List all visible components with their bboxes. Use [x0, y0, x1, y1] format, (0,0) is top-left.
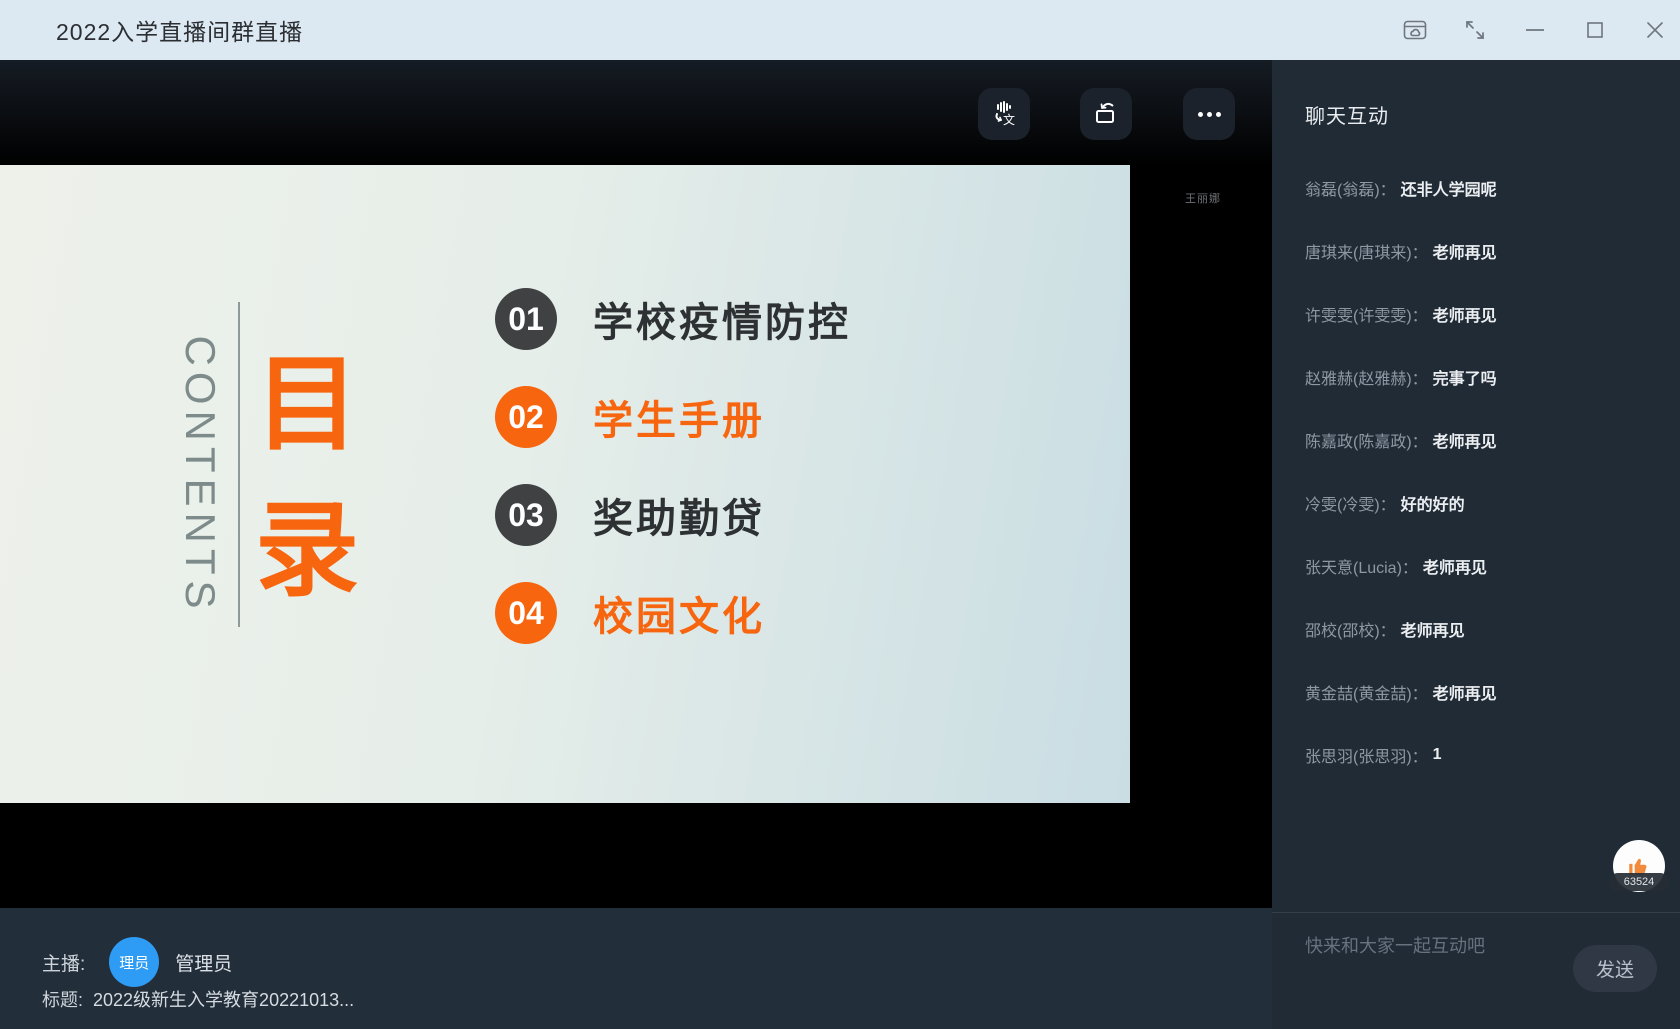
chat-message: 冷雯(冷雯)：好的好的 [1305, 471, 1660, 534]
host-label: 主播: [42, 949, 85, 976]
mini-window-icon [1403, 20, 1427, 41]
more-options-button[interactable] [1183, 88, 1235, 140]
like-button[interactable]: 63524 [1613, 840, 1665, 892]
chat-message-text: 老师再见 [1401, 617, 1465, 641]
chat-panel: 聊天互动 翁磊(翁磊)：还非人学园呢唐琪来(唐琪来)：老师再见许雯雯(许雯雯)：… [1272, 60, 1680, 1029]
voice-to-text-button[interactable]: 文 [978, 88, 1030, 140]
chat-message: 黄金喆(黄金喆)：老师再见 [1305, 660, 1660, 723]
viewer-watermark: 王丽娜 [1185, 190, 1221, 206]
rotate-screen-icon [1092, 99, 1120, 130]
slide-item-number: 02 [495, 386, 557, 448]
stream-area: CONTENTS 目录 01 学校疫情防控 02 学生手册 03 奖助勤贷 04 校园文化 [0, 60, 1272, 1029]
stream-title-text: 2022级新生入学教育20221013... [93, 986, 354, 1012]
chat-message-text: 完事了吗 [1433, 365, 1497, 389]
chat-message-text: 1 [1433, 746, 1442, 764]
slide-item-label: 学生手册 [593, 388, 765, 446]
slide-item-number: 04 [495, 582, 557, 644]
close-icon [1647, 22, 1663, 38]
chat-message-sender: 黄金喆(黄金喆)： [1305, 680, 1428, 704]
chat-message-sender: 陈嘉政(陈嘉政)： [1305, 428, 1428, 452]
more-icon [1198, 112, 1221, 117]
svg-text:文: 文 [1003, 112, 1015, 127]
stream-title-label: 标题: [42, 986, 83, 1012]
chat-message-text: 老师再见 [1423, 554, 1487, 578]
chat-message-text: 老师再见 [1433, 428, 1497, 452]
mini-window-button[interactable] [1398, 13, 1432, 47]
chat-message-list[interactable]: 翁磊(翁磊)：还非人学园呢唐琪来(唐琪来)：老师再见许雯雯(许雯雯)：老师再见赵… [1305, 156, 1660, 786]
chat-input[interactable] [1305, 927, 1565, 965]
chat-message-text: 老师再见 [1433, 680, 1497, 704]
fullscreen-button[interactable] [1458, 13, 1492, 47]
slide-item-label: 奖助勤贷 [593, 486, 765, 544]
slide-contents-vertical-label: CONTENTS [176, 336, 224, 615]
chat-message-sender: 张思羽(张思羽)： [1305, 743, 1428, 767]
presentation-slide: CONTENTS 目录 01 学校疫情防控 02 学生手册 03 奖助勤贷 04 校园文化 [0, 165, 1130, 803]
chat-message: 张天意(Lucia)：老师再见 [1305, 534, 1660, 597]
slide-item-list: 01 学校疫情防控 02 学生手册 03 奖助勤贷 04 校园文化 [495, 288, 851, 644]
chat-message: 陈嘉政(陈嘉政)：老师再见 [1305, 408, 1660, 471]
slide-item-label: 校园文化 [593, 584, 765, 642]
chat-message: 张思羽(张思羽)： 1 [1305, 723, 1660, 786]
slide-item: 04 校园文化 [495, 582, 851, 644]
slide-item-label: 学校疫情防控 [593, 290, 851, 348]
slide-item: 01 学校疫情防控 [495, 288, 851, 350]
host-row: 主播: 理员 管理员 [42, 936, 232, 988]
fullscreen-icon [1464, 19, 1486, 41]
maximize-button[interactable] [1578, 13, 1612, 47]
host-name: 管理员 [175, 949, 232, 976]
chat-input-area: 发送 [1272, 912, 1680, 1029]
chat-message-text: 还非人学园呢 [1401, 176, 1497, 200]
chat-message-sender: 赵雅赫(赵雅赫)： [1305, 365, 1428, 389]
close-button[interactable] [1638, 13, 1672, 47]
chat-message: 邵校(邵校)：老师再见 [1305, 597, 1660, 660]
chat-message: 许雯雯(许雯雯)：老师再见 [1305, 282, 1660, 345]
voice-to-text-icon: 文 [990, 99, 1018, 130]
slide-item-number: 03 [495, 484, 557, 546]
chat-message-sender: 许雯雯(许雯雯)： [1305, 302, 1428, 326]
slide-item-number: 01 [495, 288, 557, 350]
chat-message-sender: 冷雯(冷雯)： [1305, 491, 1396, 515]
slide-divider [238, 302, 240, 627]
window-controls [1398, 0, 1672, 60]
chat-message: 唐琪来(唐琪来)：老师再见 [1305, 219, 1660, 282]
chat-message-sender: 唐琪来(唐琪来)： [1305, 239, 1428, 263]
chat-message-sender: 张天意(Lucia)： [1305, 554, 1418, 578]
chat-message-sender: 邵校(邵校)： [1305, 617, 1396, 641]
slide-item: 03 奖助勤贷 [495, 484, 851, 546]
chat-message: 赵雅赫(赵雅赫)：完事了吗 [1305, 345, 1660, 408]
chat-message-text: 老师再见 [1433, 239, 1497, 263]
host-avatar[interactable]: 理员 [109, 937, 159, 987]
chat-message-text: 老师再见 [1433, 302, 1497, 326]
send-button[interactable]: 发送 [1573, 945, 1657, 992]
video-player: CONTENTS 目录 01 学校疫情防控 02 学生手册 03 奖助勤贷 04 校园文化 [0, 60, 1272, 908]
chat-message: 翁磊(翁磊)：还非人学园呢 [1305, 156, 1660, 219]
chat-message-text: 好的好的 [1401, 491, 1465, 515]
stream-title-row: 标题: 2022级新生入学教育20221013... [42, 986, 354, 1012]
minimize-button[interactable] [1518, 13, 1552, 47]
rotate-screen-button[interactable] [1080, 88, 1132, 140]
chat-panel-title: 聊天互动 [1305, 100, 1389, 129]
slide-item: 02 学生手册 [495, 386, 851, 448]
maximize-icon [1587, 22, 1603, 38]
chat-message-sender: 翁磊(翁磊)： [1305, 176, 1396, 200]
minimize-icon [1526, 28, 1544, 32]
window-title: 2022入学直播间群直播 [56, 13, 303, 47]
app-window: 2022入学直播间群直播 [0, 0, 1680, 1029]
window-titlebar: 2022入学直播间群直播 [0, 0, 1680, 60]
like-count-badge: 63524 [1609, 873, 1669, 891]
slide-catalog-title: 目录 [255, 333, 367, 624]
host-bar: 主播: 理员 管理员 标题: 2022级新生入学教育20221013... [0, 908, 1272, 1029]
